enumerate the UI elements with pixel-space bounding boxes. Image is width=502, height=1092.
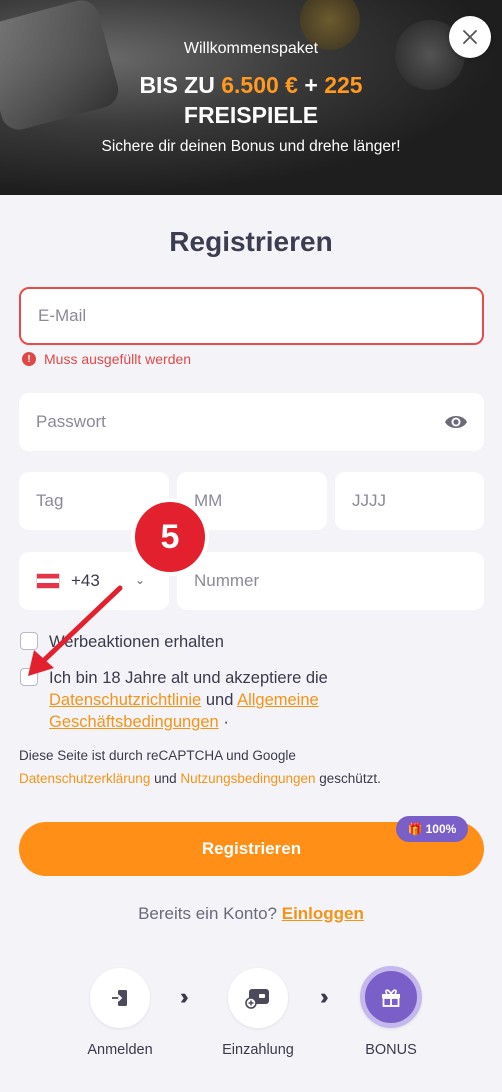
step-label-login: Anmelden: [87, 1042, 153, 1058]
austria-flag-icon: [36, 573, 60, 589]
terms-label: Ich bin 18 Jahre alt und akzeptiere die …: [49, 667, 469, 733]
bonus-badge-text: 100%: [425, 822, 457, 836]
recaptcha-prefix: Diese Seite ist durch reCAPTCHA und Goog…: [19, 748, 296, 763]
step-bonus: [360, 966, 422, 1028]
step-chevron-1: ››: [180, 984, 188, 1009]
recaptcha-suffix: geschützt.: [319, 771, 381, 786]
step-chevron-2: ››: [320, 984, 328, 1009]
terms-checkbox[interactable]: [20, 668, 38, 686]
annotation-step-badge: 5: [131, 498, 209, 576]
terms-and: und: [205, 691, 234, 709]
spins-count: 225: [324, 72, 363, 98]
terms-suffix: ·: [223, 713, 229, 731]
email-error-message: ! Muss ausgefüllt werden: [22, 351, 191, 367]
promo-label: Werbeaktionen erhalten: [49, 633, 224, 651]
year-placeholder: JJJJ: [352, 491, 386, 510]
recaptcha-notice: Diese Seite ist durch reCAPTCHA und Goog…: [19, 744, 489, 790]
step-label-bonus: BONUS: [365, 1042, 417, 1058]
email-placeholder: E-Mail: [38, 306, 87, 325]
phone-number-field[interactable]: Nummer: [177, 552, 484, 610]
step-login: [90, 968, 150, 1028]
login-prompt: Bereits ein Konto? Einloggen: [0, 904, 502, 924]
error-icon: !: [22, 352, 36, 366]
privacy-link[interactable]: Datenschutzrichtlinie: [49, 691, 201, 709]
password-field[interactable]: Passwort: [19, 393, 484, 451]
close-button[interactable]: [449, 16, 491, 58]
promo-checkbox[interactable]: [20, 632, 38, 650]
gift-icon: 🎁: [407, 822, 423, 836]
birth-year-field[interactable]: JJJJ: [335, 472, 484, 530]
number-placeholder: Nummer: [194, 571, 260, 590]
google-terms-link[interactable]: Nutzungsbedingungen: [180, 771, 315, 786]
banner-description: Sichere dir deinen Bonus und drehe länge…: [101, 138, 401, 155]
close-icon: [463, 30, 477, 44]
email-error-text: Muss ausgefüllt werden: [44, 351, 192, 367]
step-deposit: [228, 968, 288, 1028]
recaptcha-and: und: [154, 771, 177, 786]
step-label-deposit: Einzahlung: [222, 1042, 294, 1058]
chevron-down-icon: ⌄: [134, 573, 145, 587]
eye-icon[interactable]: [444, 411, 468, 433]
bonus-amount: 6.500 €: [221, 72, 298, 98]
login-prompt-text: Bereits ein Konto?: [138, 904, 277, 923]
login-link[interactable]: Einloggen: [282, 904, 364, 923]
password-placeholder: Passwort: [36, 412, 106, 431]
headline-prefix: BIS ZU: [139, 72, 215, 98]
headline-plus: +: [304, 72, 318, 98]
month-placeholder: MM: [194, 491, 223, 510]
deposit-icon: [245, 989, 269, 1009]
headline-line2: FREISPIELE: [183, 102, 319, 128]
banner-subtitle: Willkommenspaket: [183, 40, 319, 57]
terms-prefix: Ich bin 18 Jahre alt und akzeptiere die: [49, 669, 328, 687]
banner-headline: BIS ZU 6.500 € + 225 FREISPIELE: [0, 70, 502, 130]
bonus-badge: 🎁 100%: [396, 816, 468, 842]
email-field[interactable]: E-Mail: [19, 287, 484, 345]
welcome-banner: Willkommenspaket BIS ZU 6.500 € + 225 FR…: [0, 0, 502, 195]
gift-icon: [382, 989, 400, 1007]
google-privacy-link[interactable]: Datenschutzerklärung: [19, 771, 150, 786]
login-icon: [112, 990, 127, 1006]
day-placeholder: Tag: [36, 491, 64, 510]
page-title: Registrieren: [169, 226, 333, 257]
country-code: +43: [71, 571, 100, 590]
